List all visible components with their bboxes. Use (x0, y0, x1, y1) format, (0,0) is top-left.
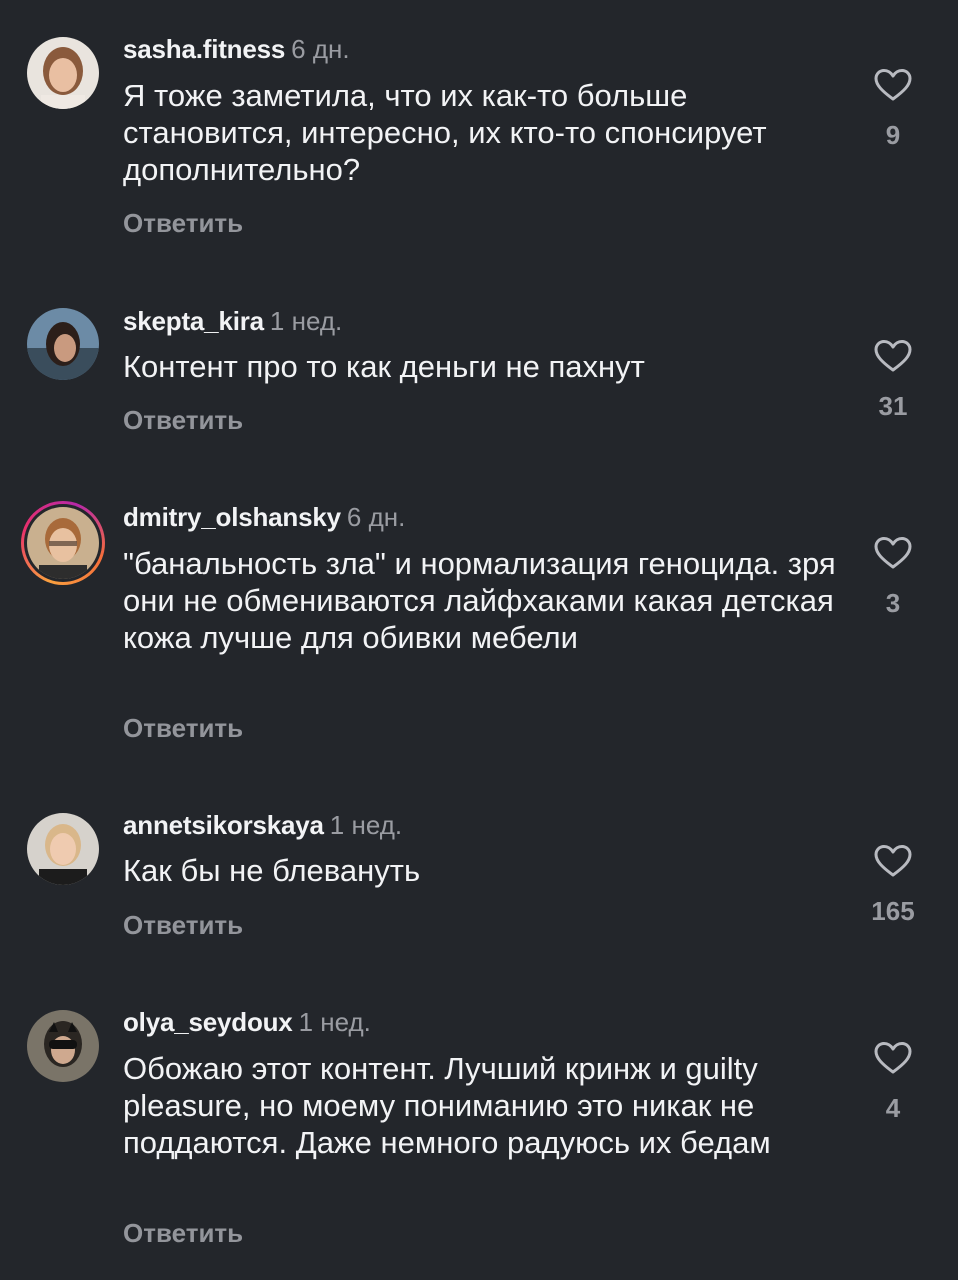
timestamp: 6 дн. (291, 34, 350, 64)
username[interactable]: olya_seydoux (123, 1007, 293, 1037)
heart-icon[interactable] (874, 1041, 912, 1075)
like-count: 3 (885, 588, 901, 618)
heart-icon[interactable] (874, 68, 912, 102)
like-count: 9 (885, 120, 901, 150)
comment-text: Как бы не блевануть (123, 853, 421, 888)
like-count: 31 (878, 391, 908, 421)
username[interactable]: skepta_kira (123, 306, 264, 336)
like-button[interactable]: 3 (852, 536, 934, 619)
timestamp: 1 нед. (329, 810, 403, 840)
reply-button[interactable]: Ответить (123, 713, 243, 744)
reply-button[interactable]: Ответить (123, 405, 243, 436)
reply-button[interactable]: Ответить (123, 1218, 243, 1249)
reply-button[interactable]: Ответить (123, 910, 243, 941)
like-count: 4 (885, 1093, 901, 1123)
username[interactable]: sasha.fitness (123, 34, 285, 64)
timestamp: 1 нед. (269, 306, 343, 336)
username[interactable]: annetsikorskaya (123, 810, 324, 840)
avatar[interactable] (27, 813, 99, 885)
avatar[interactable] (27, 1010, 99, 1082)
reply-button[interactable]: Ответить (123, 208, 243, 239)
comment-text: "банальность зла" и нормализация геноцид… (123, 546, 836, 655)
heart-icon[interactable] (874, 536, 912, 570)
avatar[interactable] (27, 308, 99, 380)
like-button[interactable]: 31 (852, 339, 934, 422)
comment-text: Я тоже заметила, что их как-то больше ст… (123, 78, 767, 187)
avatar-story-ring[interactable] (21, 501, 105, 585)
comment-text: Обожаю этот контент. Лучший кринж и guil… (123, 1051, 771, 1160)
avatar[interactable] (27, 37, 99, 109)
timestamp: 1 нед. (298, 1007, 371, 1037)
heart-icon[interactable] (874, 339, 912, 373)
timestamp: 6 дн. (346, 502, 406, 532)
heart-icon[interactable] (874, 844, 912, 878)
like-button[interactable]: 165 (852, 844, 934, 927)
like-count: 165 (871, 896, 915, 926)
like-button[interactable]: 9 (852, 68, 934, 151)
like-button[interactable]: 4 (852, 1041, 934, 1124)
comment-text: Контент про то как деньги не пахнут (123, 349, 645, 384)
username[interactable]: dmitry_olshansky (123, 502, 341, 532)
